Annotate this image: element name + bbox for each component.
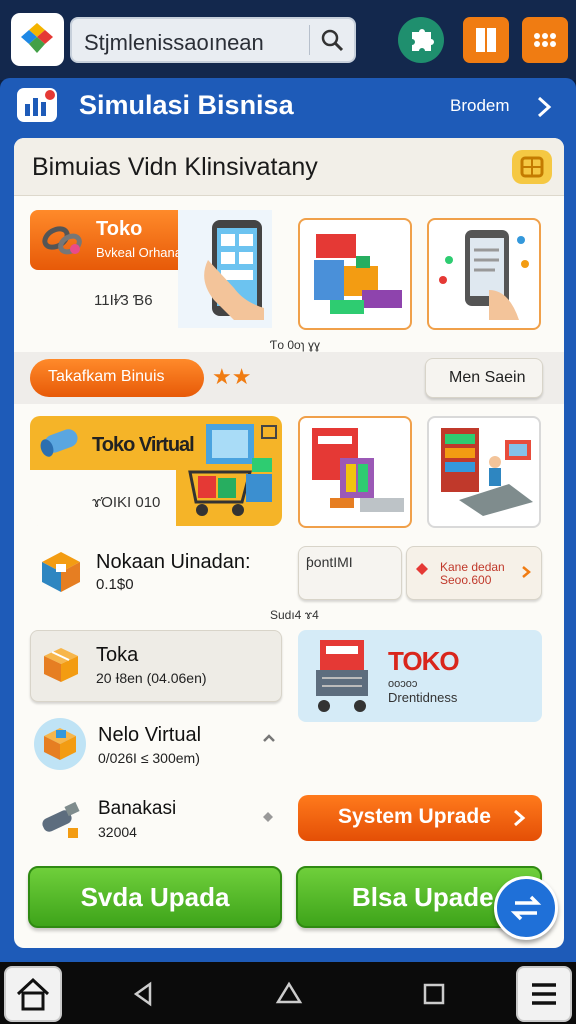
toko-virtual-code: ɤΌIKI 010 xyxy=(92,494,161,511)
page-title: Simulasi Bisnisa xyxy=(79,90,294,120)
nokaan-title: Nokaan Uinadan: xyxy=(96,551,251,573)
toko-ad-line-two: Drentidness xyxy=(388,690,458,705)
app-logo[interactable] xyxy=(11,13,64,66)
blsa-upade-label: Blsa Upade xyxy=(352,882,494,912)
chart-icon xyxy=(17,88,57,122)
grid-icon xyxy=(534,33,556,47)
toko-ad-title: TOKO xyxy=(388,646,460,676)
business-pill-label: Takafkam Binuis xyxy=(48,368,165,385)
puzzle-button[interactable] xyxy=(398,17,444,63)
toka-title: Toka xyxy=(96,644,139,666)
chevron-up-icon[interactable] xyxy=(262,730,276,748)
roll-icon xyxy=(38,426,82,463)
svda-upada-button[interactable]: Svda Upada xyxy=(28,866,282,928)
chevron-right-icon xyxy=(512,808,526,833)
toko-ad-line-one: ooɔoɔ xyxy=(388,678,418,690)
caption-two: Sudı4 ɤ4 xyxy=(270,608,319,622)
usb-icon xyxy=(38,800,90,849)
puzzle-icon xyxy=(412,29,434,51)
svda-upada-label: Svda Upada xyxy=(80,882,230,912)
home-icon xyxy=(16,977,50,1011)
store-desk-icon xyxy=(441,428,533,516)
home-button[interactable] xyxy=(4,966,62,1022)
toka-subtitle: 20 Ɨ8en (04.06en) xyxy=(96,670,207,686)
floating-action-button[interactable] xyxy=(494,876,558,940)
search-divider xyxy=(309,25,310,55)
search-text: Stjmlenissaoınean xyxy=(84,30,264,55)
store-desk-tile[interactable] xyxy=(427,416,541,528)
home-nav-icon[interactable] xyxy=(275,980,303,1013)
chevron-right-icon[interactable] xyxy=(534,94,554,125)
link-icon xyxy=(40,222,86,263)
diamond-icon xyxy=(415,562,429,581)
cash-register-icon xyxy=(312,636,376,721)
calendar-badge-icon[interactable] xyxy=(512,150,552,184)
men-saein-label: Men Saein xyxy=(449,369,526,386)
book-button[interactable] xyxy=(463,17,509,63)
toko-subtitle: Bvkeal Orhana xyxy=(96,245,182,260)
caption-one: Ƭo 0oɿ ɣɣ xyxy=(270,338,321,352)
menu-button[interactable] xyxy=(516,966,572,1022)
hamburger-icon xyxy=(532,983,556,1005)
store-front-tile[interactable] xyxy=(298,416,412,528)
nokaan-value: 0.1$0 xyxy=(96,576,134,593)
package-icon xyxy=(40,644,82,691)
box-icon xyxy=(38,548,84,599)
header-link[interactable]: Brodem xyxy=(450,96,510,116)
mobile-shop-icon xyxy=(439,230,529,320)
pontim-label: ƥontIMI xyxy=(306,554,353,570)
panel-title: Bimuias Vidn Klinsivatany xyxy=(32,153,318,181)
mobile-shop-tile[interactable] xyxy=(427,218,541,330)
toko-title: Toko xyxy=(96,218,143,240)
nelo-title: Nelo Virtual xyxy=(98,724,202,746)
grid-menu-button[interactable] xyxy=(522,17,568,63)
nelo-subtitle: 0/026I ≤ 300em) xyxy=(98,750,200,766)
store-boxes-tile[interactable] xyxy=(298,218,412,330)
upgrade-arrow-icon xyxy=(510,895,542,921)
rating-stars: ★★ xyxy=(212,364,252,389)
system-upgrade-label: System Uprade xyxy=(338,805,491,828)
chevron-right-icon xyxy=(520,564,532,585)
search-input[interactable]: Stjmlenissaoınean xyxy=(70,17,356,63)
banakasi-title: Banakasi xyxy=(98,798,177,819)
phone-hand-illustration xyxy=(178,210,272,328)
diamond-small-icon xyxy=(262,810,274,828)
banakasi-subtitle: 32004 xyxy=(98,824,137,840)
toko-virtual-title: Toko Virtual xyxy=(92,434,195,456)
store-front-icon xyxy=(312,428,404,512)
recents-nav-icon[interactable] xyxy=(422,982,446,1011)
search-icon[interactable] xyxy=(320,28,344,57)
kane-line-two: Seoo.600 xyxy=(440,573,492,587)
shopping-cart-illustration xyxy=(182,418,282,529)
back-nav-icon[interactable] xyxy=(130,980,156,1013)
app-logo-icon xyxy=(21,23,53,53)
kane-line-one: Kane dedan xyxy=(440,560,505,574)
store-boxes-icon xyxy=(314,234,402,314)
virtual-box-icon xyxy=(34,718,86,770)
toko-code: 11IƗ⁄3 Ɓ6 xyxy=(94,292,153,309)
book-icon xyxy=(476,28,496,52)
